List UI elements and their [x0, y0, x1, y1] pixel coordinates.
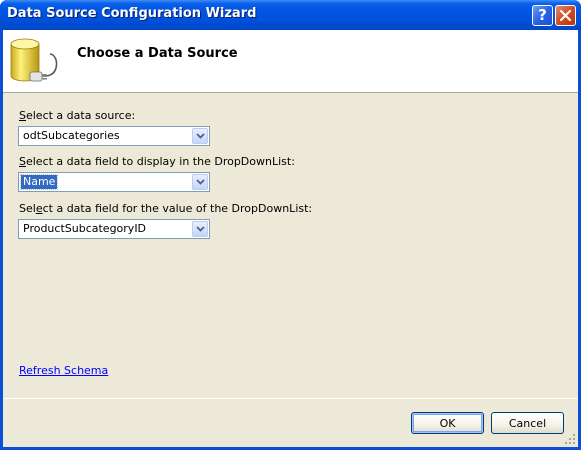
- cancel-button[interactable]: Cancel: [491, 412, 564, 434]
- refresh-schema-link[interactable]: Refresh Schema: [19, 364, 108, 377]
- page-title: Choose a Data Source: [77, 46, 238, 61]
- dropdown-button[interactable]: [192, 174, 208, 190]
- help-icon: ?: [538, 6, 547, 24]
- data-source-select[interactable]: odtSubcategories: [18, 126, 210, 146]
- value-field-select[interactable]: ProductSubcategoryID: [18, 219, 210, 239]
- dropdown-button[interactable]: [192, 128, 208, 144]
- chevron-down-icon: [195, 133, 205, 139]
- title-bar[interactable]: Data Source Configuration Wizard ?: [0, 0, 581, 30]
- footer-divider: [3, 398, 578, 399]
- dropdown-button[interactable]: [192, 221, 208, 237]
- dialog-window: Data Source Configuration Wizard ? Choos…: [0, 0, 581, 450]
- ok-button[interactable]: OK: [411, 412, 484, 434]
- display-field-label: Select a data field to display in the Dr…: [19, 155, 295, 168]
- data-source-label: Select a data source:: [19, 109, 136, 122]
- value-field-value: ProductSubcategoryID: [23, 222, 147, 235]
- display-field-select[interactable]: Name: [18, 172, 210, 192]
- close-button[interactable]: [555, 5, 576, 26]
- display-field-value: Name: [19, 174, 59, 190]
- close-icon: [559, 9, 572, 22]
- data-source-value: odtSubcategories: [23, 129, 120, 142]
- chevron-down-icon: [195, 226, 205, 232]
- resize-grip-icon[interactable]: [564, 433, 576, 445]
- dialog-body: Choose a Data Source Select a data sourc…: [3, 30, 578, 447]
- value-field-label: Select a data field for the value of the…: [19, 202, 313, 215]
- window-title: Data Source Configuration Wizard: [7, 6, 257, 21]
- database-plug-icon: [10, 38, 58, 82]
- help-button[interactable]: ?: [532, 5, 553, 26]
- wizard-header: Choose a Data Source: [3, 30, 578, 93]
- chevron-down-icon: [195, 179, 205, 185]
